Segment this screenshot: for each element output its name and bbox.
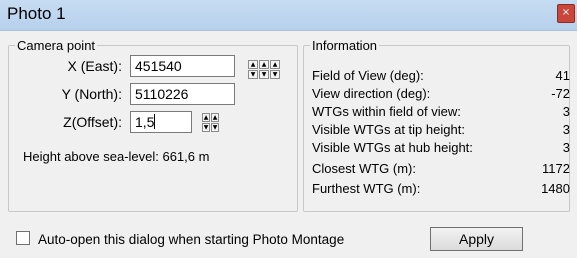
info-label: View direction (deg): bbox=[312, 86, 431, 101]
z-offset-value: 1,5 bbox=[135, 114, 155, 130]
info-row-furthest-wtg: Furthest WTG (m): 1480 bbox=[312, 181, 570, 196]
x-east-value: 451540 bbox=[135, 58, 182, 74]
z-up-2-button[interactable]: ▲ bbox=[211, 113, 219, 122]
nudge-down-3-button[interactable]: ▼ bbox=[270, 70, 280, 79]
info-label: Visible WTGs at tip height: bbox=[312, 122, 465, 137]
nudge-up-3-button[interactable]: ▲ bbox=[270, 60, 280, 69]
info-row-wtgs-in-view: WTGs within field of view: 3 bbox=[312, 104, 570, 119]
z-down-2-button[interactable]: ▼ bbox=[211, 123, 219, 132]
z-offset-label: Z(Offset): bbox=[63, 114, 122, 130]
z-up-1-button[interactable]: ▲ bbox=[202, 113, 210, 122]
apply-label: Apply bbox=[458, 231, 495, 247]
y-north-label: Y (North): bbox=[61, 86, 122, 102]
information-legend: Information bbox=[312, 38, 378, 53]
window-title: Photo 1 bbox=[7, 4, 66, 23]
height-above-sea-level: Height above sea-level: 661,6 m bbox=[23, 149, 210, 164]
nudge-up-1-button[interactable]: ▲ bbox=[248, 60, 258, 69]
position-nudge-buttons: ▲ ▲ ▲ ▼ ▼ ▼ bbox=[248, 60, 280, 79]
title-bar[interactable]: Photo 1 × bbox=[0, 0, 577, 31]
auto-open-label[interactable]: Auto-open this dialog when starting Phot… bbox=[38, 232, 344, 247]
close-icon: × bbox=[561, 7, 571, 18]
z-offset-spinner: ▲ ▲ ▼ ▼ bbox=[202, 113, 219, 132]
info-row-view-direction: View direction (deg): -72 bbox=[312, 86, 570, 101]
auto-open-checkbox[interactable] bbox=[16, 231, 30, 245]
info-value: 1172 bbox=[542, 161, 570, 176]
info-label: Visible WTGs at hub height: bbox=[312, 140, 473, 155]
info-row-visible-tip: Visible WTGs at tip height: 3 bbox=[312, 122, 570, 137]
info-value: 3 bbox=[562, 140, 570, 155]
x-east-input[interactable]: 451540 bbox=[130, 55, 235, 77]
info-label: Field of View (deg): bbox=[312, 68, 424, 83]
camera-point-legend: Camera point bbox=[17, 38, 96, 53]
z-down-1-button[interactable]: ▼ bbox=[202, 123, 210, 132]
nudge-down-1-button[interactable]: ▼ bbox=[248, 70, 258, 79]
info-value: 1480 bbox=[541, 181, 570, 196]
info-value: 41 bbox=[555, 68, 570, 83]
info-value: 3 bbox=[562, 122, 570, 137]
text-caret bbox=[154, 114, 156, 129]
info-row-field-of-view: Field of View (deg): 41 bbox=[312, 68, 570, 83]
y-north-value: 5110226 bbox=[135, 86, 189, 102]
apply-button[interactable]: Apply bbox=[430, 227, 523, 251]
nudge-up-2-button[interactable]: ▲ bbox=[259, 60, 269, 69]
info-label: Closest WTG (m): bbox=[312, 161, 416, 176]
z-offset-input[interactable]: 1,5 bbox=[130, 111, 192, 133]
close-button[interactable]: × bbox=[557, 4, 575, 23]
nudge-down-2-button[interactable]: ▼ bbox=[259, 70, 269, 79]
info-row-closest-wtg: Closest WTG (m): 1172 bbox=[312, 161, 570, 176]
info-value: 3 bbox=[562, 104, 570, 119]
info-row-visible-hub: Visible WTGs at hub height: 3 bbox=[312, 140, 570, 155]
x-east-label: X (East): bbox=[67, 58, 122, 74]
info-label: Furthest WTG (m): bbox=[312, 181, 421, 196]
info-label: WTGs within field of view: bbox=[312, 104, 461, 119]
info-value: -72 bbox=[551, 86, 570, 101]
y-north-input[interactable]: 5110226 bbox=[130, 83, 235, 105]
